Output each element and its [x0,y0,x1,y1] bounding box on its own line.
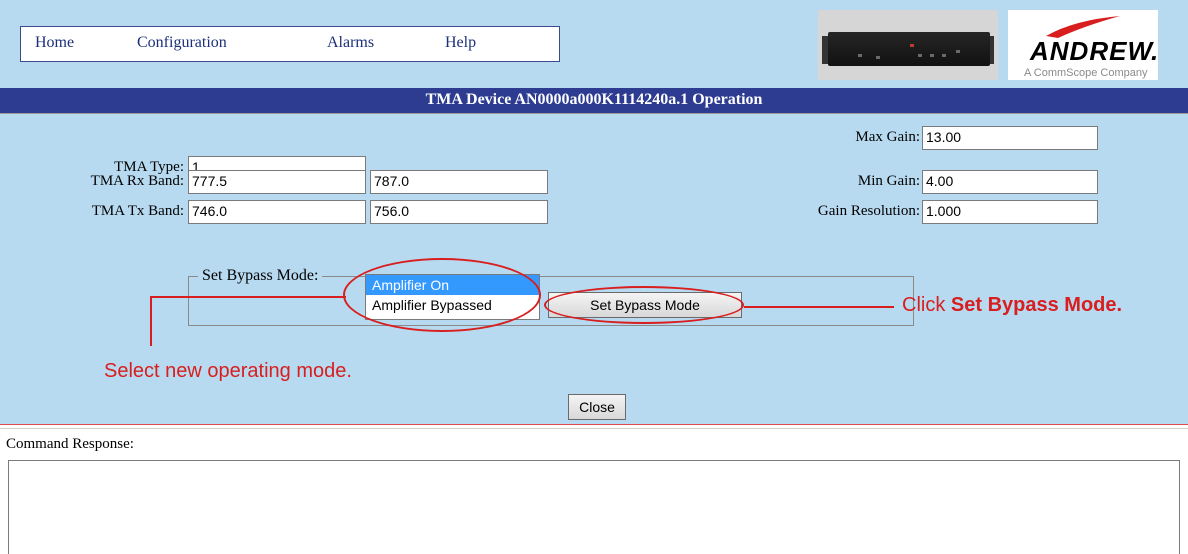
separator-bottom [0,428,1188,429]
click-annotation: Click Set Bypass Mode. [902,294,1123,316]
select-callout-line-h [150,296,346,298]
logo-name: ANDREW. [1030,36,1160,66]
logo-subtitle: A CommScope Company [1024,67,1148,79]
tma-rx-band-high-field[interactable]: 787.0 [370,170,548,194]
select-callout-line-v [150,296,152,346]
header-bar: Home Configuration Alarms Help ANDREW. A… [0,0,1188,88]
max-gain-label: Max Gain: [855,129,920,145]
option-amplifier-bypassed[interactable]: Amplifier Bypassed [366,295,539,315]
close-button[interactable]: Close [568,394,626,420]
tma-rx-band-low-field[interactable]: 777.5 [188,170,366,194]
min-gain-label: Min Gain: [857,173,920,189]
device-image [818,10,998,80]
separator-top [0,424,1188,425]
gain-resolution-field[interactable]: 1.000 [922,200,1098,224]
command-response-label: Command Response: [6,436,134,452]
bypass-mode-legend: Set Bypass Mode: [198,267,323,285]
menu-configuration[interactable]: Configuration [137,34,227,52]
menu-help[interactable]: Help [445,34,476,52]
command-response-textarea[interactable] [8,460,1180,554]
gain-resolution-label: Gain Resolution: [817,203,920,219]
tma-tx-band-high-field[interactable]: 756.0 [370,200,548,224]
tma-tx-band-label: TMA Tx Band: [91,203,184,219]
menu-home[interactable]: Home [35,34,74,52]
andrew-logo: ANDREW. A CommScope Company [1008,10,1158,80]
select-mode-annotation: Select new operating mode. [104,360,352,382]
min-gain-field[interactable]: 4.00 [922,170,1098,194]
title-bar: TMA Device AN0000a000K1114240a.1 Operati… [0,88,1188,114]
logo-swoosh-icon [1046,16,1120,38]
max-gain-field[interactable]: 13.00 [922,126,1098,150]
menu-alarms[interactable]: Alarms [327,34,374,52]
main-menu: Home Configuration Alarms Help [20,26,560,62]
bypass-mode-listbox[interactable]: Amplifier On Amplifier Bypassed [365,274,540,320]
option-amplifier-on[interactable]: Amplifier On [366,275,539,295]
tma-rx-band-label: TMA Rx Band: [90,173,184,189]
tma-tx-band-low-field[interactable]: 746.0 [188,200,366,224]
page-title: TMA Device AN0000a000K1114240a.1 Operati… [425,91,763,108]
set-bypass-mode-button[interactable]: Set Bypass Mode [548,292,742,318]
click-callout-line [744,306,894,308]
